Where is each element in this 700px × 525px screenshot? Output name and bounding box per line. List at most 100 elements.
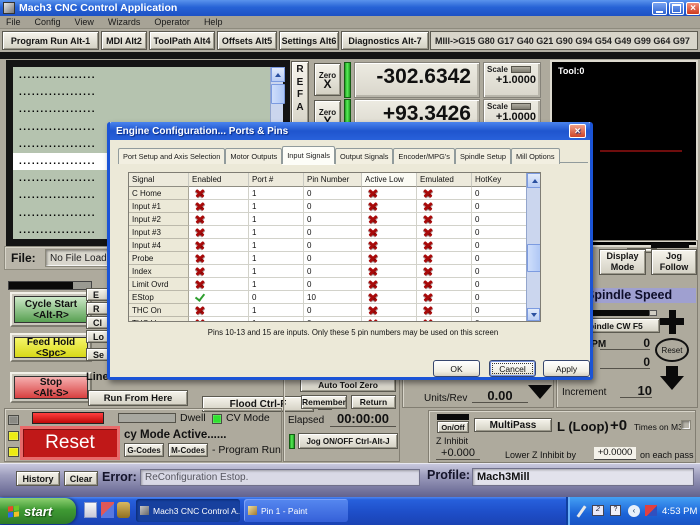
hotkey-cell[interactable]: 0 xyxy=(472,213,528,226)
pin-cell[interactable]: 0 xyxy=(304,239,362,252)
emulated-cell[interactable] xyxy=(417,213,472,226)
emulated-cell[interactable] xyxy=(417,278,472,291)
emulated-cell[interactable] xyxy=(417,239,472,252)
z-inhibit-value[interactable]: +0.000 xyxy=(436,447,480,460)
pin-cell[interactable]: 0 xyxy=(304,252,362,265)
active-low-cell[interactable] xyxy=(362,252,417,265)
enabled-cell[interactable] xyxy=(189,317,249,322)
tray-chevron-icon[interactable]: ‹ xyxy=(628,505,640,517)
active-low-cell[interactable] xyxy=(362,213,417,226)
zero-x-button[interactable]: ZeroX xyxy=(314,63,341,96)
tray-pencil-icon[interactable] xyxy=(577,505,587,517)
quicklaunch-icon-3[interactable] xyxy=(117,502,130,518)
dialog-tab-output-signals[interactable]: Output Signals xyxy=(335,148,393,164)
port-cell[interactable]: 0 xyxy=(249,291,304,304)
taskbar-task-mach3[interactable]: Mach3 CNC Control A... xyxy=(136,499,240,522)
gcode-line[interactable]: .................. xyxy=(13,101,283,118)
tab-mdi[interactable]: MDI Alt2 xyxy=(101,31,147,50)
taskbar-task-paint[interactable]: Pin 1 - Paint xyxy=(244,499,348,522)
port-cell[interactable]: 1 xyxy=(249,317,304,322)
tab-diagnostics[interactable]: Diagnostics Alt-7 xyxy=(341,31,429,50)
enabled-cell[interactable] xyxy=(189,304,249,317)
table-scroll-thumb[interactable] xyxy=(527,244,541,272)
enabled-cell[interactable] xyxy=(189,187,249,200)
active-low-cell[interactable] xyxy=(362,239,417,252)
spindle-plus-icon[interactable] xyxy=(660,310,684,334)
emulated-cell[interactable] xyxy=(417,317,472,322)
active-low-cell[interactable] xyxy=(362,291,417,304)
tab-program-run[interactable]: Program Run Alt-1 xyxy=(2,31,99,50)
run-from-here-button[interactable]: Run From Here xyxy=(88,390,188,406)
increment-value[interactable]: 10 xyxy=(620,383,652,398)
hotkey-cell[interactable]: 0 xyxy=(472,291,528,304)
spindle-reset-button[interactable]: Reset xyxy=(655,338,689,362)
emulated-cell[interactable] xyxy=(417,252,472,265)
hotkey-cell[interactable]: 0 xyxy=(472,304,528,317)
quicklaunch-icon-1[interactable] xyxy=(84,502,97,518)
hotkey-cell[interactable]: 0 xyxy=(472,187,528,200)
port-cell[interactable]: 1 xyxy=(249,265,304,278)
menu-item-help[interactable]: Help xyxy=(204,17,223,27)
history-button[interactable]: History xyxy=(16,471,60,486)
dialog-title-bar[interactable]: Engine Configuration... Ports & Pins × xyxy=(110,122,590,140)
dialog-tabs[interactable]: Port Setup and Axis SelectionMotor Outpu… xyxy=(118,146,588,163)
title-bar[interactable]: Mach3 CNC Control Application × xyxy=(0,0,700,16)
dialog-tab-encoder-mpg-s[interactable]: Encoder/MPG's xyxy=(393,148,455,164)
hotkey-cell[interactable]: 0 xyxy=(472,226,528,239)
emulated-cell[interactable] xyxy=(417,200,472,213)
port-cell[interactable]: 1 xyxy=(249,226,304,239)
cancel-button[interactable]: Cancel xyxy=(489,360,536,377)
tab-toolpath[interactable]: ToolPath Alt4 xyxy=(149,31,215,50)
scrollbar-down-icon[interactable] xyxy=(527,308,540,321)
quicklaunch-icon-2[interactable] xyxy=(101,502,114,518)
port-cell[interactable]: 1 xyxy=(249,304,304,317)
sov-value[interactable]: 0 xyxy=(600,355,650,369)
emulated-cell[interactable] xyxy=(417,226,472,239)
pin-cell[interactable]: 0 xyxy=(304,187,362,200)
mcodes-button[interactable]: M-Codes xyxy=(168,443,208,457)
menu-item-wizards[interactable]: Wizards xyxy=(108,17,141,27)
active-low-cell[interactable] xyxy=(362,278,417,291)
active-low-cell[interactable] xyxy=(362,317,417,322)
enabled-cell[interactable] xyxy=(189,291,249,304)
dialog-tab-port-setup-and-axis-selection[interactable]: Port Setup and Axis Selection xyxy=(118,148,225,164)
dialog-tab-spindle-setup[interactable]: Spindle Setup xyxy=(455,148,511,164)
port-cell[interactable]: 1 xyxy=(249,239,304,252)
tab-settings[interactable]: Settings Alt6 xyxy=(279,31,339,50)
enabled-cell[interactable] xyxy=(189,226,249,239)
scrollbar-up-icon[interactable] xyxy=(271,67,285,82)
spindle-minus-icon[interactable] xyxy=(658,366,686,394)
x-dro[interactable]: -302.6342 xyxy=(354,62,480,98)
multipass-button[interactable]: MultiPass xyxy=(474,418,552,432)
emulated-cell[interactable] xyxy=(417,291,472,304)
tab-offsets[interactable]: Offsets Alt5 xyxy=(217,31,277,50)
lower-z-value[interactable]: +0.0000 xyxy=(594,447,636,460)
active-low-cell[interactable] xyxy=(362,187,417,200)
tray-volume-icon[interactable] xyxy=(645,505,657,516)
menu-item-operator[interactable]: Operator xyxy=(154,17,190,27)
signals-table[interactable]: SignalEnabledPort #Pin NumberActive LowE… xyxy=(128,172,541,322)
enabled-cell[interactable] xyxy=(189,213,249,226)
port-cell[interactable]: 1 xyxy=(249,278,304,291)
x-scale-box[interactable]: Scale +1.0000 xyxy=(483,62,541,98)
close-icon[interactable]: × xyxy=(686,2,700,15)
stop-button[interactable]: Stop<Alt-S> xyxy=(10,372,92,403)
port-cell[interactable]: 1 xyxy=(249,252,304,265)
pin-cell[interactable]: 0 xyxy=(304,213,362,226)
enabled-cell[interactable] xyxy=(189,278,249,291)
enabled-cell[interactable] xyxy=(189,239,249,252)
loop-value[interactable]: +0 xyxy=(610,417,627,434)
ok-button[interactable]: OK xyxy=(433,360,480,377)
apply-button[interactable]: Apply xyxy=(543,360,590,377)
hotkey-cell[interactable]: 0 xyxy=(472,239,528,252)
start-button[interactable]: start xyxy=(0,498,76,524)
cycle-start-button[interactable]: Cycle Start<Alt-R> xyxy=(10,292,92,327)
pin-cell[interactable]: 0 xyxy=(304,278,362,291)
units-rev-value[interactable]: 0.00 xyxy=(472,388,528,403)
menu-item-config[interactable]: Config xyxy=(35,17,61,27)
enabled-cell[interactable] xyxy=(189,200,249,213)
emulated-cell[interactable] xyxy=(417,304,472,317)
active-low-cell[interactable] xyxy=(362,200,417,213)
gcode-line[interactable]: .................. xyxy=(13,84,283,101)
pin-cell[interactable]: 10 xyxy=(304,291,362,304)
